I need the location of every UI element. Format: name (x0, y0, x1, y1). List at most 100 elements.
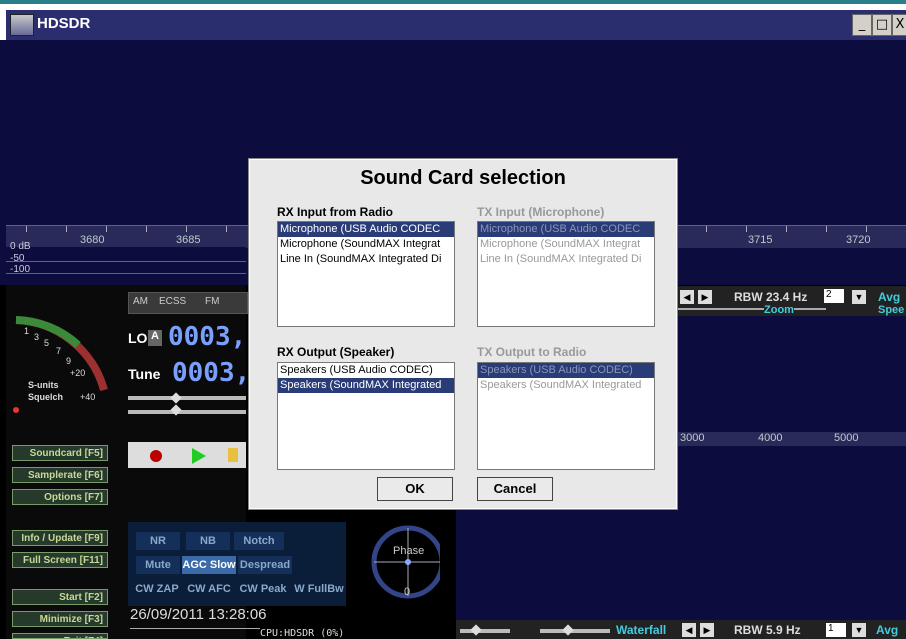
options-button[interactable]: Options [F7] (12, 489, 108, 505)
list-item[interactable]: Line In (SoundMAX Integrated Di (278, 252, 454, 267)
nr-button[interactable]: NR (136, 532, 180, 550)
maximize-button[interactable]: □ (872, 14, 892, 36)
dsp-button-grid: NR NB Notch Mute AGC Slow Despread CW ZA… (128, 522, 346, 606)
list-item[interactable]: Microphone (USB Audio CODEC (278, 222, 454, 237)
title-bar (0, 0, 906, 40)
tx-input-label: TX Input (Microphone) (477, 205, 605, 219)
audio-frequency-scale[interactable]: 3000 4000 5000 (676, 432, 906, 446)
squelch-label: Squelch (28, 392, 63, 402)
soundcard-button[interactable]: Soundcard [F5] (12, 445, 108, 461)
audio-spectrum[interactable] (660, 316, 906, 432)
cpu-usage: CPU:HDSDR (0%) (260, 628, 345, 639)
cancel-button[interactable]: Cancel (477, 477, 553, 501)
cw-afc-button[interactable]: CW AFC (184, 580, 234, 598)
audio-freq-label: 4000 (758, 432, 783, 444)
tx-output-list: Speakers (USB Audio CODEC) Speakers (Sou… (477, 362, 655, 470)
nb-button[interactable]: NB (186, 532, 230, 550)
volume-slider[interactable] (128, 396, 246, 400)
list-item[interactable]: Speakers (SoundMAX Integrated (278, 378, 454, 393)
list-item[interactable]: Microphone (SoundMAX Integrat (278, 237, 454, 252)
pause-icon[interactable] (228, 448, 238, 462)
lo-a-button[interactable]: A (148, 330, 162, 346)
play-icon[interactable] (192, 448, 206, 464)
transport-controls (128, 442, 246, 468)
close-button[interactable]: X (892, 14, 906, 36)
ok-button[interactable]: OK (377, 477, 453, 501)
window-top-border (0, 0, 906, 4)
smeter-scale-label: 7 (56, 346, 61, 356)
avg-dropdown-icon[interactable]: ▼ (852, 290, 866, 304)
full-screen-button[interactable]: Full Screen [F11] (12, 552, 108, 568)
samplerate-button[interactable]: Samplerate [F6] (12, 467, 108, 483)
title-bar-background (6, 10, 906, 40)
rx-output-label: RX Output (Speaker) (277, 345, 395, 359)
db-label: -50 (10, 253, 25, 264)
rx-input-label: RX Input from Radio (277, 205, 393, 219)
avg-lower-dropdown-icon[interactable]: ▼ (852, 623, 866, 637)
db-label: 0 dB (10, 241, 31, 252)
list-item: Line In (SoundMAX Integrated Di (480, 253, 642, 265)
w-fullbw-button[interactable]: W FullBw (292, 580, 346, 598)
phase-label: Phase (393, 545, 425, 557)
mode-selector: AM ECSS FM (128, 292, 248, 314)
rbw-lower-decrease-button[interactable]: ◀ (682, 623, 696, 637)
rbw-lower-increase-button[interactable]: ▶ (700, 623, 714, 637)
exit-button[interactable]: Exit [F4] (12, 633, 108, 639)
mode-am-button[interactable]: AM (133, 296, 148, 307)
tx-input-list: Microphone (USB Audio CODEC Microphone (… (477, 221, 655, 327)
mode-fm-button[interactable]: FM (205, 296, 219, 307)
rx-output-list[interactable]: Speakers (USB Audio CODEC) Speakers (Sou… (277, 362, 455, 470)
lower-spectrum-controls: Waterfall ◀ ▶ RBW 5.9 Hz 1 ▼ Avg (456, 620, 906, 639)
rbw-decrease-button[interactable]: ◀ (680, 290, 694, 304)
sound-card-dialog: Sound Card selection RX Input from Radio… (248, 158, 678, 510)
freq-label: 3680 (80, 234, 105, 246)
tune-frequency-display[interactable]: 0003, (172, 358, 250, 388)
waterfall-label: Waterfall (616, 623, 667, 637)
list-item: Microphone (SoundMAX Integrat (480, 238, 641, 250)
minimize-app-button[interactable]: Minimize [F3] (12, 611, 108, 627)
smeter-scale-label: 5 (44, 338, 49, 348)
minimize-button[interactable]: _ (852, 14, 872, 36)
lo-label: LO (128, 330, 148, 346)
app-icon (10, 14, 34, 36)
lo-frequency-display[interactable]: 0003, (168, 322, 246, 352)
smeter-scale-label: +20 (70, 368, 85, 378)
mode-ecss-button[interactable]: ECSS (159, 296, 186, 307)
record-icon[interactable] (150, 450, 162, 462)
freq-label: 3715 (748, 234, 773, 246)
list-item[interactable]: Speakers (USB Audio CODEC) (278, 363, 454, 378)
start-button[interactable]: Start [F2] (12, 589, 108, 605)
smeter-scale-label: 1 (24, 326, 29, 336)
cw-peak-button[interactable]: CW Peak (236, 580, 290, 598)
waterfall-slider-thumb[interactable] (470, 624, 482, 636)
agc-button[interactable]: AGC Slow (182, 556, 236, 574)
list-item: Microphone (USB Audio CODEC (478, 222, 654, 237)
avg-lower-select[interactable]: 1 (826, 623, 846, 637)
despread-button[interactable]: Despread (238, 556, 292, 574)
tx-output-label: TX Output to Radio (477, 345, 587, 359)
avg-upper-select[interactable]: 2 (824, 289, 844, 303)
list-item: Speakers (SoundMAX Integrated (480, 379, 642, 391)
smeter-label: S-units (28, 380, 59, 390)
avg-lower-label: Avg (876, 623, 899, 637)
cw-zap-button[interactable]: CW ZAP (132, 580, 182, 598)
audio-freq-label: 3000 (680, 432, 705, 444)
datetime-display: 26/09/2011 13:28:06 (130, 606, 267, 623)
rbw-increase-button[interactable]: ▶ (698, 290, 712, 304)
smeter-scale-label: 3 (34, 332, 39, 342)
notch-button[interactable]: Notch (234, 532, 284, 550)
mute-button[interactable]: Mute (136, 556, 180, 574)
info-update-button[interactable]: Info / Update [F9] (12, 530, 108, 546)
speed-label: Spee (878, 304, 905, 316)
upper-spectrum-controls: ◀ ▶ RBW 23.4 Hz 2 ▼ Avg Zoom Spee (676, 286, 906, 316)
rbw-upper-value: RBW 23.4 Hz (734, 290, 808, 304)
waterfall-slider-thumb[interactable] (562, 624, 574, 636)
freq-label: 3685 (176, 234, 201, 246)
smeter-scale-label: 9 (66, 356, 71, 366)
freq-label: 3720 (846, 234, 871, 246)
smeter-scale-label: +40 (80, 392, 95, 402)
squelch-slider[interactable] (128, 410, 246, 414)
zoom-label: Zoom (764, 304, 794, 316)
rx-input-list[interactable]: Microphone (USB Audio CODEC Microphone (… (277, 221, 455, 327)
avg-upper-label: Avg (878, 290, 901, 304)
